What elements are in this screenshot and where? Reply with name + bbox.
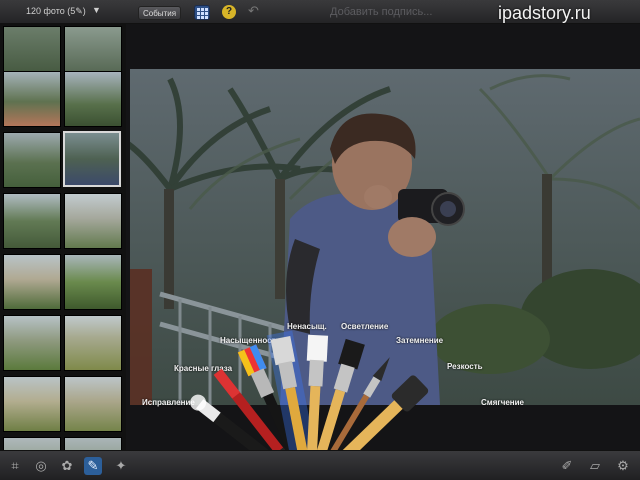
- photo-thumbnail[interactable]: [64, 71, 122, 127]
- crop-icon[interactable]: ⌗: [6, 457, 24, 475]
- photo-thumbnail[interactable]: [3, 132, 61, 188]
- brushes-icon[interactable]: ✎: [84, 457, 102, 475]
- photo-thumbnail[interactable]: [3, 193, 61, 249]
- photo-thumbnail[interactable]: [64, 193, 122, 249]
- eraser-icon[interactable]: ▱: [586, 457, 604, 475]
- settings-gear-icon[interactable]: ⚙: [614, 457, 632, 475]
- events-button[interactable]: События: [138, 6, 182, 20]
- photo-thumbnail[interactable]: [3, 437, 61, 450]
- chevron-down-icon[interactable]: ▼: [92, 5, 101, 15]
- bottom-toolbar: ⌗ ◎ ✿ ✎ ✦ ✐ ▱ ⚙: [0, 450, 640, 480]
- photo-thumbnail[interactable]: [3, 71, 61, 127]
- color-palette-icon[interactable]: ✿: [58, 457, 76, 475]
- photo-thumbnail[interactable]: [64, 376, 122, 432]
- photo-filmstrip[interactable]: [0, 24, 126, 450]
- exposure-icon[interactable]: ◎: [32, 457, 50, 475]
- grid-icon[interactable]: [194, 5, 210, 20]
- photo-thumbnail[interactable]: [3, 376, 61, 432]
- undo-icon[interactable]: ↶: [248, 3, 259, 19]
- top-toolbar: 120 фото (5✎) ▼ События ? ↶ Добавить под…: [0, 0, 640, 24]
- photo-thumbnail[interactable]: [3, 254, 61, 310]
- help-icon[interactable]: ?: [222, 5, 236, 19]
- photo-thumbnail-selected[interactable]: [63, 131, 121, 187]
- paint-brush-icon[interactable]: ✐: [558, 457, 576, 475]
- caption-input[interactable]: Добавить подпись...: [330, 6, 432, 18]
- photo-count-label[interactable]: 120 фото (5✎): [26, 6, 86, 17]
- watermark-text: ipadstory.ru: [498, 3, 591, 23]
- effects-icon[interactable]: ✦: [112, 457, 130, 475]
- photo-thumbnail[interactable]: [64, 315, 122, 371]
- photo-thumbnail[interactable]: [64, 437, 122, 450]
- photo-thumbnail[interactable]: [3, 315, 61, 371]
- photo-thumbnail[interactable]: [64, 254, 122, 310]
